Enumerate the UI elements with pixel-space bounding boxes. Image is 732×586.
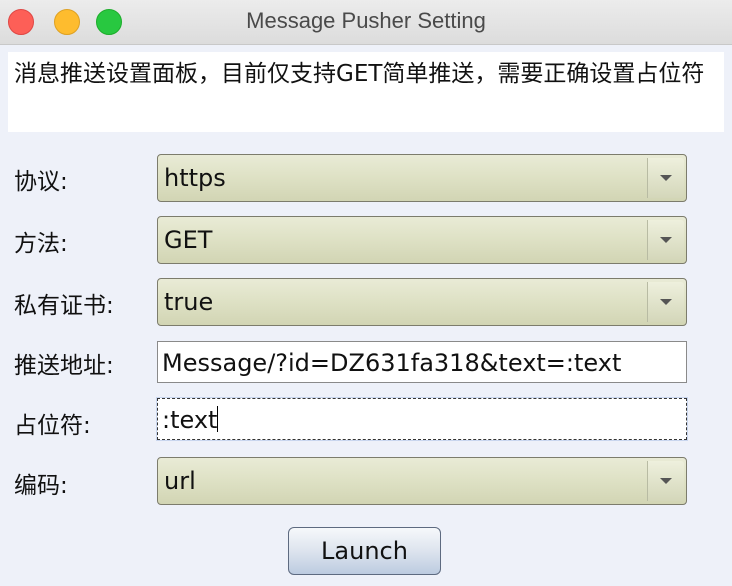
method-value: GET (164, 226, 213, 254)
launch-button[interactable]: Launch (288, 527, 441, 575)
method-select[interactable]: GET (157, 216, 687, 264)
description-panel: 消息推送设置面板，目前仅支持GET简单推送，需要正确设置占位符 (8, 52, 724, 132)
window-title: Message Pusher Setting (246, 8, 486, 33)
private-cert-label: 私有证书: (14, 293, 114, 319)
title-bar[interactable]: Message Pusher Setting (0, 0, 732, 45)
method-label: 方法: (14, 231, 68, 257)
encoding-value: url (164, 467, 196, 495)
chevron-down-icon[interactable] (647, 282, 684, 322)
private-cert-value: true (164, 288, 214, 316)
chevron-down-icon[interactable] (647, 158, 684, 198)
placeholder-field-content: :text (162, 406, 682, 434)
protocol-value: https (164, 164, 226, 192)
settings-window: Message Pusher Setting 消息推送设置面板，目前仅支持GET… (0, 0, 732, 586)
encoding-select[interactable]: url (157, 457, 687, 505)
push-url-value: Message/?id=DZ631fa318&text=:text (162, 349, 622, 377)
private-cert-select[interactable]: true (157, 278, 687, 326)
encoding-label: 编码: (14, 473, 68, 499)
placeholder-label: 占位符: (14, 413, 91, 439)
placeholder-field[interactable]: :text (156, 397, 688, 441)
protocol-select[interactable]: https (157, 154, 687, 202)
push-url-label: 推送地址: (14, 353, 114, 379)
chevron-down-icon[interactable] (647, 461, 684, 501)
push-url-field[interactable]: Message/?id=DZ631fa318&text=:text (157, 341, 687, 383)
text-caret (217, 406, 219, 432)
placeholder-value: :text (162, 406, 218, 434)
protocol-label: 协议: (14, 169, 68, 195)
chevron-down-icon[interactable] (647, 220, 684, 260)
